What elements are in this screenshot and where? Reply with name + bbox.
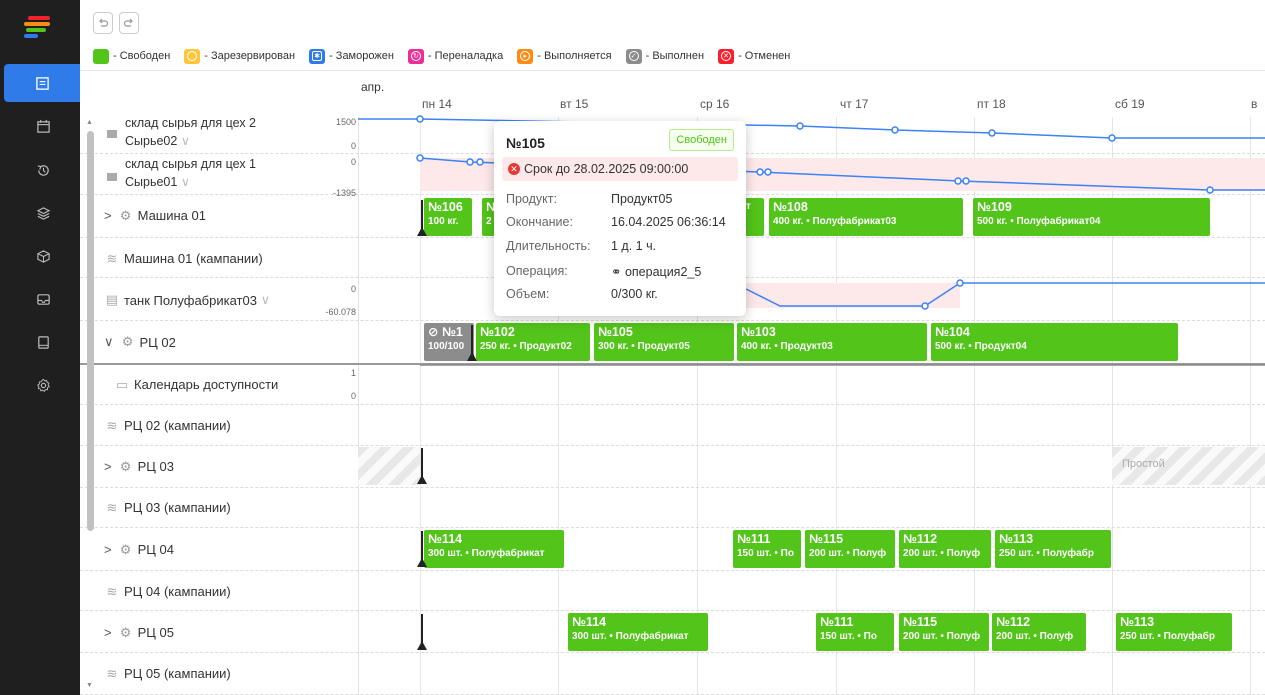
task-number: №102	[480, 325, 515, 339]
task-card[interactable]: №111 150 шт. • По	[816, 613, 894, 651]
task-details: 400 кг. • Полуфабрикат03	[773, 216, 897, 227]
task-number: №113	[1120, 615, 1155, 629]
task-number: №112	[996, 615, 1031, 629]
task-details: 200 шт. • Полуф	[996, 631, 1074, 642]
current-time-marker	[467, 325, 477, 361]
status-badge: Свободен	[669, 129, 734, 151]
task-details: 250 кг. • Продукт02	[480, 341, 572, 352]
task-card[interactable]: №112 200 шт. • Полуф	[899, 530, 991, 568]
task-number: №115	[903, 615, 938, 629]
deadline-warning: ✕ Срок до 28.02.2025 09:00:00	[502, 157, 738, 181]
current-time-marker	[417, 448, 427, 484]
task-number: ⊘ №1	[428, 325, 463, 339]
tooltip-end: Окончание: 16.04.2025 06:36:14	[506, 215, 726, 229]
task-card[interactable]: №115 200 шт. • Полуф	[805, 530, 895, 568]
task-number: №112	[903, 532, 938, 546]
task-details: 150 шт. • По	[737, 548, 794, 559]
current-time-marker	[417, 531, 427, 567]
task-details: 500 кг. • Полуфабрикат04	[977, 216, 1101, 227]
task-details: 250 шт. • Полуфабр	[1120, 631, 1215, 642]
idle-hatch	[358, 447, 420, 485]
deadline-text: Срок до 28.02.2025 09:00:00	[524, 162, 689, 176]
task-card[interactable]: №106 100 кг.	[424, 198, 472, 236]
task-card[interactable]: №111 150 шт. • По	[733, 530, 801, 568]
task-card[interactable]: №108 400 кг. • Полуфабрикат03	[769, 198, 963, 236]
task-card[interactable]: №102 250 кг. • Продукт02	[476, 323, 590, 361]
task-card[interactable]: №113 250 шт. • Полуфабр	[995, 530, 1111, 568]
idle-label: Простой	[1122, 458, 1165, 470]
task-details: 250 шт. • Полуфабр	[999, 548, 1094, 559]
task-details: 400 кг. • Продукт03	[741, 341, 833, 352]
task-number: №114	[572, 615, 607, 629]
idle-block[interactable]: Простой	[1112, 447, 1265, 485]
task-number: №104	[935, 325, 970, 339]
error-icon: ✕	[508, 163, 520, 175]
tooltip-volume: Объем: 0/300 кг.	[506, 287, 658, 301]
task-details: 200 шт. • Полуф	[903, 631, 981, 642]
task-card[interactable]: №115 200 шт. • Полуф	[899, 613, 989, 651]
task-card[interactable]: №109 500 кг. • Полуфабрикат04	[973, 198, 1210, 236]
task-card[interactable]: №114 300 шт. • Полуфабрикат	[568, 613, 708, 651]
task-card[interactable]: №104 500 кг. • Продукт04	[931, 323, 1178, 361]
task-details: 150 шт. • По	[820, 631, 877, 642]
task-card[interactable]: №112 200 шт. • Полуф	[992, 613, 1086, 651]
task-details: 200 шт. • Полуф	[903, 548, 981, 559]
task-card[interactable]: №103 400 кг. • Продукт03	[737, 323, 927, 361]
tooltip-duration: Длительность: 1 д. 1 ч.	[506, 239, 657, 253]
task-number: №106	[428, 200, 463, 214]
tooltip-product: Продукт: Продукт05	[506, 192, 673, 206]
task-number: №113	[999, 532, 1034, 546]
link-icon: ⚭	[611, 265, 625, 279]
task-details: 200 шт. • Полуф	[809, 548, 887, 559]
task-number: №108	[773, 200, 808, 214]
task-number: №114	[428, 532, 463, 546]
task-details: 300 шт. • Полуфабрикат	[428, 548, 545, 559]
task-card-selected[interactable]: №105 300 кг. • Продукт05	[594, 323, 734, 361]
task-details: 300 шт. • Полуфабрикат	[572, 631, 689, 642]
current-time-marker	[417, 200, 427, 236]
task-number: №105	[598, 325, 633, 339]
task-number: №115	[809, 532, 844, 546]
task-number: №111	[737, 532, 771, 546]
task-details: т	[746, 201, 751, 212]
tooltip-title: №105	[506, 135, 545, 151]
task-card[interactable]: №114 300 шт. • Полуфабрикат	[424, 530, 564, 568]
current-time-marker	[417, 614, 427, 650]
planning-app: - Свободен - Зарезервирован ✱ - Заморожен…	[0, 0, 1265, 695]
task-details: 100/100	[428, 341, 465, 352]
task-details: 300 кг. • Продукт05	[598, 341, 690, 352]
task-tooltip: №105 Свободен ✕ Срок до 28.02.2025 09:00:…	[494, 121, 746, 316]
task-card[interactable]: №113 250 шт. • Полуфабр	[1116, 613, 1232, 651]
task-number: №109	[977, 200, 1012, 214]
task-details: 500 кг. • Продукт04	[935, 341, 1027, 352]
task-number: №103	[741, 325, 776, 339]
task-details: 100 кг.	[428, 216, 459, 227]
task-number: №111	[820, 615, 854, 629]
tooltip-operation: Операция: ⚭ операция2_5	[506, 264, 702, 279]
